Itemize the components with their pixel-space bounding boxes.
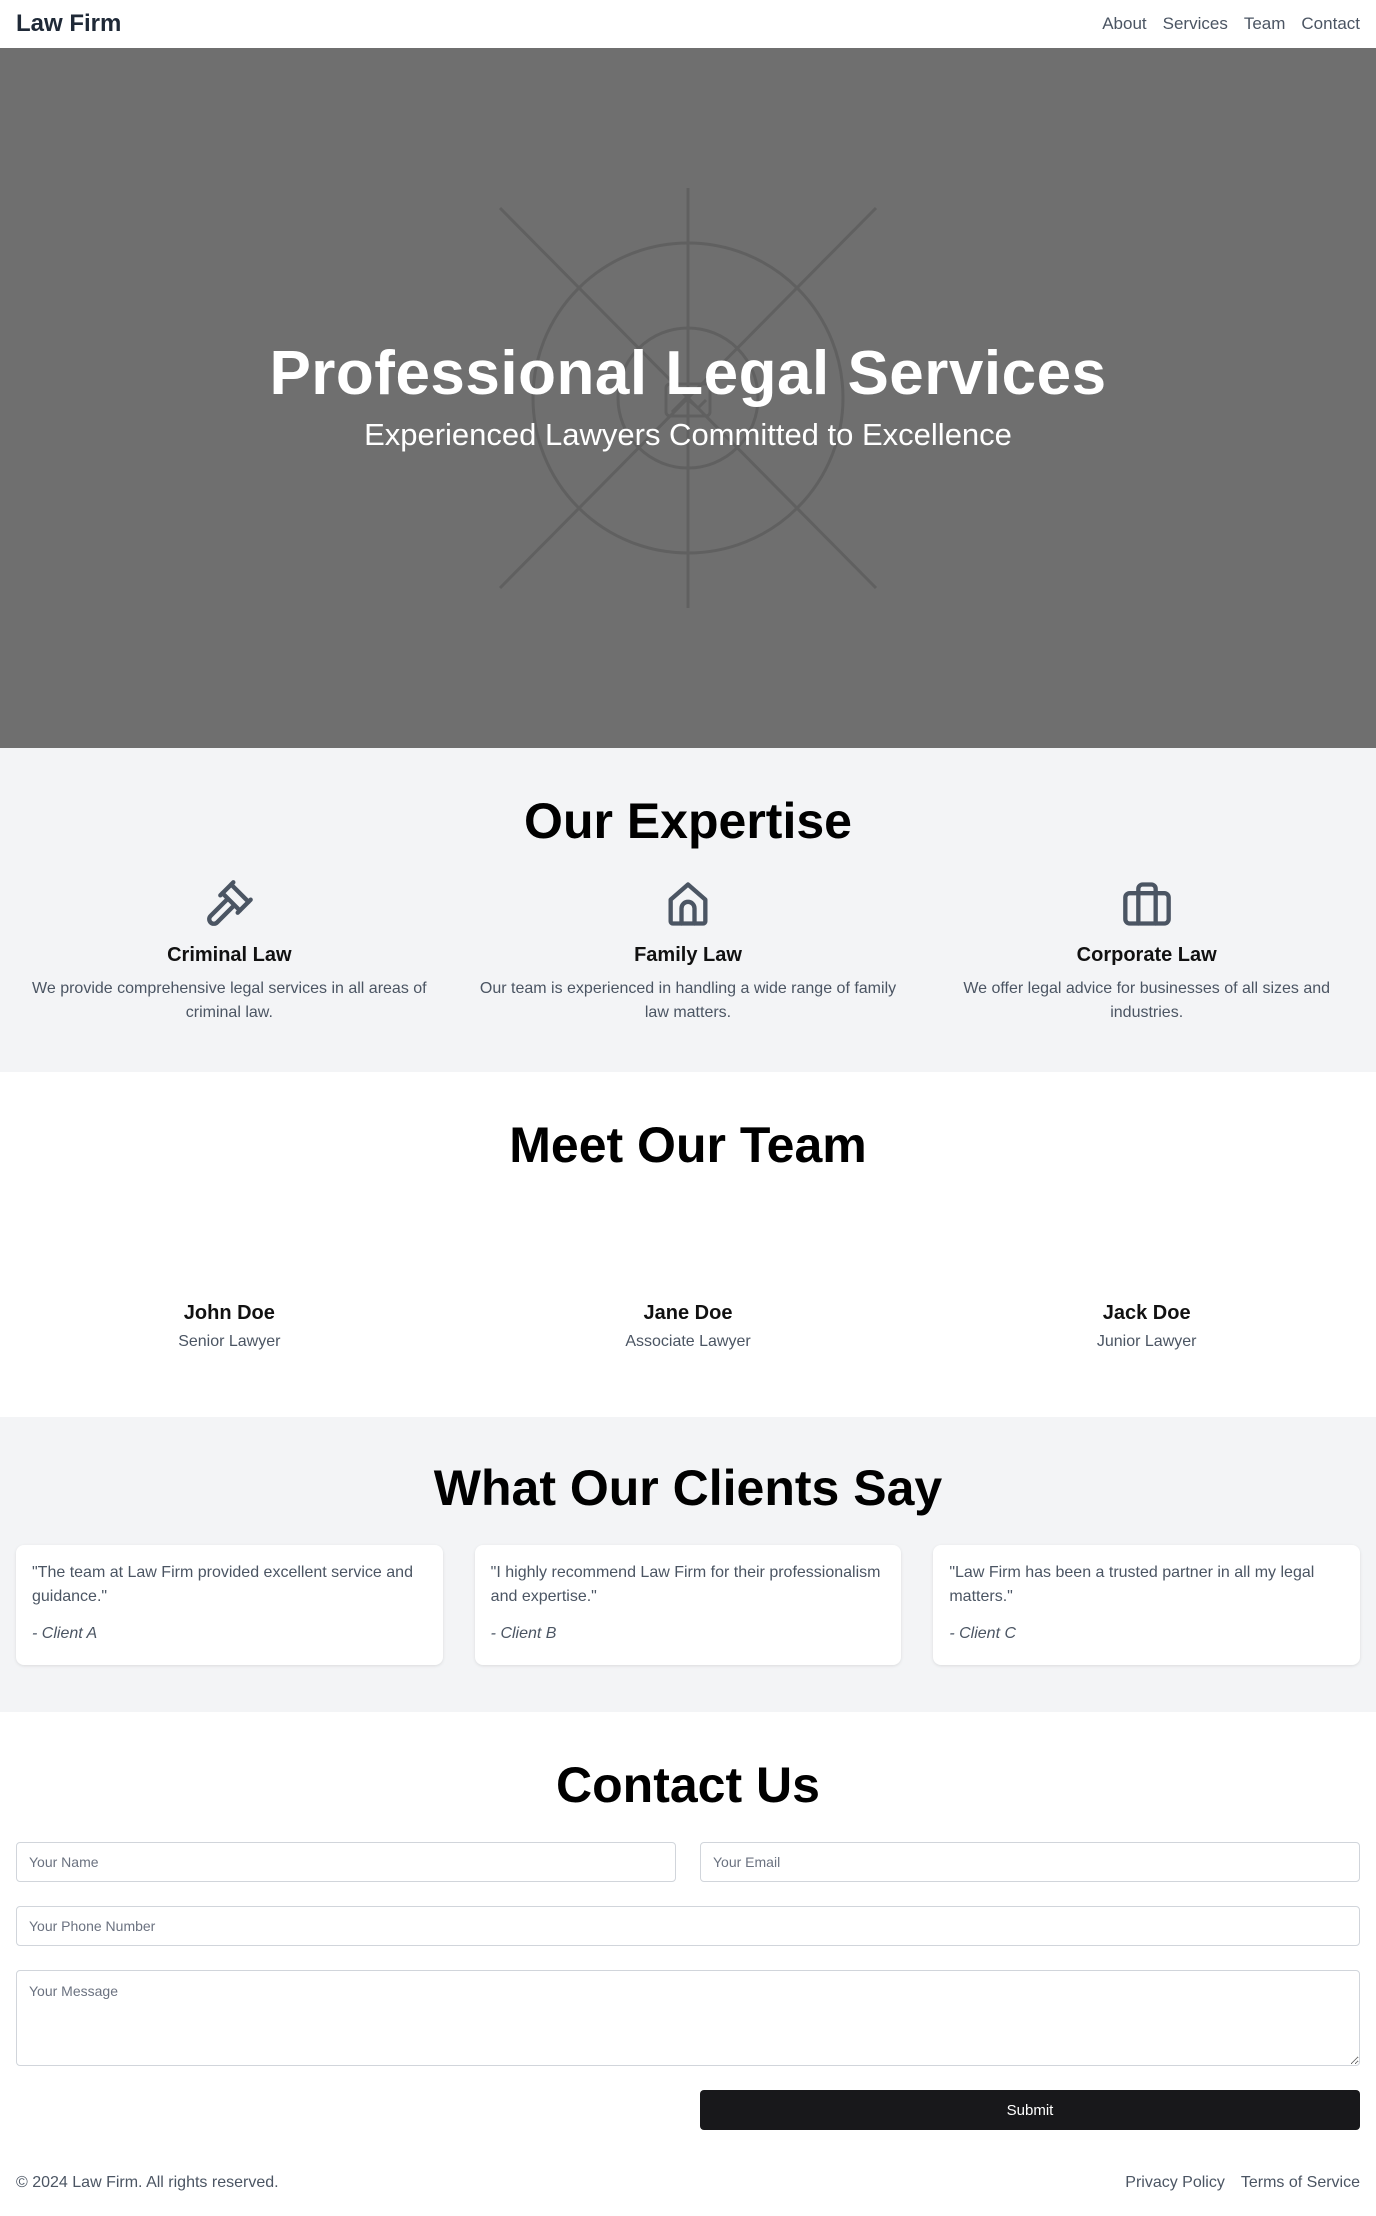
testimonial-quote: "I highly recommend Law Firm for their p… bbox=[490, 1564, 881, 1605]
contact-form: Submit bbox=[0, 1842, 1376, 2130]
expertise-section: Our Expertise Criminal Law We provide co… bbox=[0, 748, 1376, 1072]
expertise-description: We provide comprehensive legal services … bbox=[32, 980, 427, 1021]
brand-logo[interactable]: Law Firm bbox=[16, 10, 121, 38]
expertise-name: Family Law bbox=[634, 944, 742, 966]
expertise-title: Our Expertise bbox=[524, 793, 852, 849]
nav-link-team[interactable]: Team bbox=[1244, 14, 1286, 34]
submit-button[interactable]: Submit bbox=[700, 2090, 1360, 2130]
top-nav: Law Firm About Services Team Contact bbox=[0, 0, 1376, 48]
footer-links: Privacy Policy Terms of Service bbox=[1125, 2174, 1360, 2192]
briefcase-icon bbox=[1122, 882, 1171, 926]
contact-title: Contact Us bbox=[556, 1757, 820, 1813]
testimonial-card: "The team at Law Firm provided excellent… bbox=[16, 1545, 443, 1665]
team-member: John Doe Senior Lawyer bbox=[16, 1302, 443, 1351]
gavel-icon bbox=[207, 880, 254, 926]
hero-title: Professional Legal Services bbox=[269, 339, 1107, 408]
testimonials-title: What Our Clients Say bbox=[433, 1460, 943, 1516]
expertise-item: Family Law Our team is experienced in ha… bbox=[475, 878, 902, 1025]
hero-text: Professional Legal Services Experienced … bbox=[0, 338, 1376, 453]
team-member-name: Jack Doe bbox=[1102, 1302, 1191, 1324]
team-section: Meet Our Team John Doe Senior Lawyer Jan… bbox=[0, 1072, 1376, 1417]
expertise-description: We offer legal advice for businesses of … bbox=[963, 980, 1331, 1021]
expertise-name: Criminal Law bbox=[167, 944, 292, 966]
team-title: Meet Our Team bbox=[509, 1117, 867, 1173]
team-member-role: Junior Lawyer bbox=[1096, 1333, 1197, 1350]
expertise-item: Corporate Law We offer legal advice for … bbox=[933, 878, 1360, 1025]
terms-of-service-link[interactable]: Terms of Service bbox=[1241, 2174, 1360, 2192]
testimonial-author: - Client B bbox=[490, 1625, 557, 1642]
testimonials-grid: "The team at Law Firm provided excellent… bbox=[0, 1545, 1376, 1665]
team-member: Jack Doe Junior Lawyer bbox=[933, 1302, 1360, 1351]
nav-link-contact[interactable]: Contact bbox=[1301, 14, 1360, 34]
testimonial-quote: "Law Firm has been a trusted partner in … bbox=[949, 1564, 1315, 1605]
team-member-role: Senior Lawyer bbox=[178, 1333, 281, 1350]
contact-section: Contact Us Submit bbox=[0, 1712, 1376, 2154]
team-member-name: Jane Doe bbox=[643, 1302, 733, 1324]
nav-links: About Services Team Contact bbox=[1102, 14, 1360, 34]
testimonial-quote: "The team at Law Firm provided excellent… bbox=[32, 1564, 413, 1605]
hero-subtitle: Experienced Lawyers Committed to Excelle… bbox=[364, 417, 1012, 452]
team-grid: John Doe Senior Lawyer Jane Doe Associat… bbox=[0, 1302, 1376, 1351]
team-member-name: John Doe bbox=[183, 1302, 275, 1324]
testimonial-author: - Client C bbox=[949, 1625, 1017, 1642]
expertise-item: Criminal Law We provide comprehensive le… bbox=[16, 878, 443, 1025]
expertise-grid: Criminal Law We provide comprehensive le… bbox=[0, 878, 1376, 1025]
email-input[interactable] bbox=[700, 1842, 1360, 1882]
home-icon bbox=[668, 882, 708, 926]
name-input[interactable] bbox=[16, 1842, 676, 1882]
testimonials-section: What Our Clients Say "The team at Law Fi… bbox=[0, 1417, 1376, 1712]
nav-link-about[interactable]: About bbox=[1102, 14, 1146, 34]
footer: © 2024 Law Firm. All rights reserved. Pr… bbox=[0, 2154, 1376, 2211]
hero-section: Professional Legal Services Experienced … bbox=[0, 48, 1376, 748]
expertise-description: Our team is experienced in handling a wi… bbox=[479, 980, 897, 1021]
testimonial-author: - Client A bbox=[32, 1625, 98, 1642]
footer-copyright: © 2024 Law Firm. All rights reserved. bbox=[16, 2173, 279, 2191]
expertise-name: Corporate Law bbox=[1076, 944, 1217, 966]
team-member-role: Associate Lawyer bbox=[625, 1333, 751, 1350]
team-member: Jane Doe Associate Lawyer bbox=[475, 1302, 902, 1351]
message-textarea[interactable] bbox=[16, 1970, 1360, 2066]
testimonial-card: "I highly recommend Law Firm for their p… bbox=[474, 1545, 902, 1665]
testimonial-card: "Law Firm has been a trusted partner in … bbox=[933, 1545, 1361, 1665]
privacy-policy-link[interactable]: Privacy Policy bbox=[1125, 2174, 1225, 2192]
phone-input[interactable] bbox=[16, 1906, 1360, 1946]
nav-link-services[interactable]: Services bbox=[1163, 14, 1228, 34]
